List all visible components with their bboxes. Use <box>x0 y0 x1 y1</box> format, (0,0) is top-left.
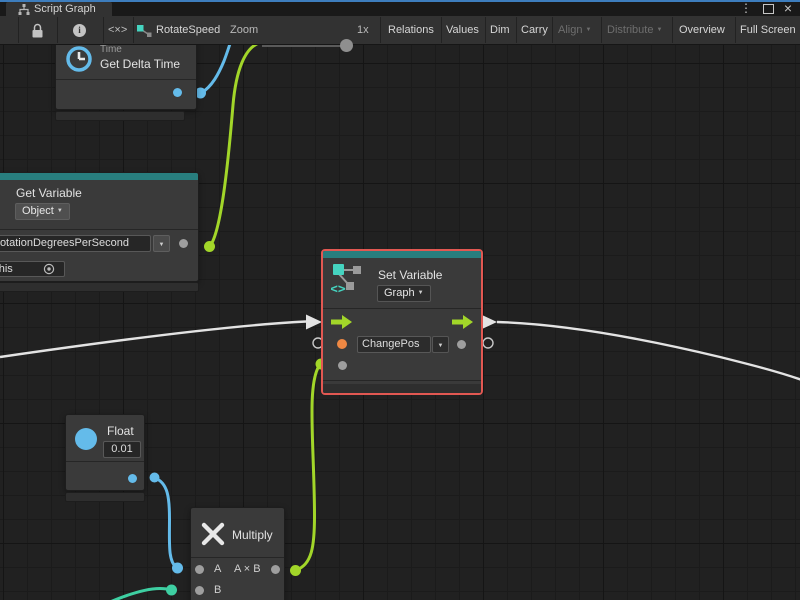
node-get-variable[interactable]: Get Variable Object ▼ RotationDegreesPer… <box>0 172 199 282</box>
multiply-icon <box>200 521 226 547</box>
flow-input-port[interactable] <box>331 315 352 329</box>
graph-icon <box>18 4 30 15</box>
chevron-down-icon: ▼ <box>159 242 165 248</box>
graph-toolbar: i <×> RotateSpeed Zoom 1x Relations Valu… <box>0 16 800 45</box>
zoom-slider-knob[interactable] <box>340 39 353 52</box>
node-footer <box>55 111 185 121</box>
variable-header-strip <box>0 173 198 180</box>
zoom-slider-track[interactable] <box>262 45 342 47</box>
zoom-value: 1x <box>357 24 369 36</box>
value-connection-float-to-multiply[interactable] <box>150 473 184 574</box>
node-title: Get Delta Time <box>100 57 180 71</box>
node-category: Time <box>100 44 122 55</box>
value-connection-rotation-speed[interactable] <box>204 43 259 252</box>
tab-strip <box>0 0 800 16</box>
variable-scope-dropdown[interactable]: Graph ▼ <box>377 285 431 302</box>
output-port[interactable] <box>271 565 280 574</box>
value-output-port[interactable] <box>457 340 466 349</box>
node-footer <box>323 384 481 393</box>
node-title: Set Variable <box>378 268 442 282</box>
maximize-icon[interactable] <box>760 4 776 20</box>
align-button[interactable]: Align ▼ <box>558 24 591 36</box>
variable-name-dropdown-button[interactable]: ▼ <box>153 235 170 252</box>
value-connection-delta-time[interactable] <box>195 42 231 99</box>
input-port-b[interactable] <box>195 586 204 595</box>
float-output-port[interactable] <box>128 474 137 483</box>
float-value-field[interactable]: 0.01 <box>103 441 141 458</box>
node-multiply[interactable]: Multiply A A × B B <box>190 507 285 600</box>
carry-button[interactable]: Carry <box>521 24 548 36</box>
graph-variable-icon: <> <box>331 262 363 294</box>
clock-icon <box>64 44 94 74</box>
flow-arrow-in <box>306 315 322 330</box>
variable-scope-dropdown[interactable]: Object ▼ <box>15 203 70 220</box>
node-float-literal[interactable]: Float 0.01 <box>65 414 145 491</box>
node-footer <box>0 282 199 292</box>
fullscreen-button[interactable]: Full Screen <box>740 24 796 36</box>
chevron-down-icon: ▼ <box>57 208 63 214</box>
breadcrumb-graph-name[interactable]: RotateSpeed <box>156 24 220 36</box>
distribute-button[interactable]: Distribute ▼ <box>607 24 662 36</box>
values-button[interactable]: Values <box>446 24 479 36</box>
float-icon <box>75 428 97 450</box>
chevron-down-icon: ▼ <box>657 27 663 33</box>
info-icon[interactable]: i <box>73 24 86 37</box>
flow-connection-left[interactable] <box>0 315 322 358</box>
value-output-port[interactable] <box>179 239 188 248</box>
variable-name-field[interactable]: RotationDegreesPerSecond <box>0 235 151 252</box>
close-icon[interactable]: × <box>780 0 796 16</box>
svg-text:<>: <> <box>331 282 346 294</box>
flow-connection-right[interactable] <box>482 315 800 380</box>
node-set-variable[interactable]: <> Set Variable Graph ▼ ChangePos ▼ <box>323 251 481 393</box>
variable-name-field[interactable]: ChangePos <box>357 336 431 353</box>
relations-button[interactable]: Relations <box>388 24 434 36</box>
lock-icon[interactable] <box>31 23 44 39</box>
port-label-b: B <box>214 584 221 596</box>
chevron-down-icon: ▼ <box>586 27 592 33</box>
variable-name-dropdown-button[interactable]: ▼ <box>432 336 449 353</box>
zoom-label: Zoom <box>230 24 258 36</box>
flow-output-port[interactable] <box>452 315 473 329</box>
object-picker-icon[interactable] <box>43 263 55 275</box>
node-title: Get Variable <box>16 186 82 200</box>
node-title: Multiply <box>232 528 273 542</box>
chevron-down-icon: ▼ <box>418 290 424 296</box>
value-endpoint-circle-right <box>483 338 493 348</box>
window-focus-accent <box>0 0 800 2</box>
flow-arrow-out <box>482 315 497 329</box>
port-label-out: A × B <box>234 563 261 575</box>
value-connection-to-multiply-b[interactable] <box>110 585 177 600</box>
overview-button[interactable]: Overview <box>679 24 725 36</box>
tab-title: Script Graph <box>34 3 96 15</box>
variable-header-strip <box>323 251 481 258</box>
selection-outline: <> Set Variable Graph ▼ ChangePos ▼ <box>321 249 483 395</box>
menu-icon[interactable]: ⋮ <box>738 0 754 16</box>
float-output-port[interactable] <box>173 88 182 97</box>
unity-visual-scripting-window: Time Get Delta Time Get Variable Object … <box>0 0 800 600</box>
clear-selection-icon[interactable]: <×> <box>108 24 127 36</box>
input-port-a[interactable] <box>195 565 204 574</box>
new-value-input-port[interactable] <box>338 361 347 370</box>
tab-script-graph[interactable]: Script Graph <box>6 2 112 16</box>
port-label-a: A <box>214 563 221 575</box>
chevron-down-icon: ▼ <box>438 343 444 349</box>
variable-target-field[interactable]: This <box>0 261 65 277</box>
node-footer <box>65 492 145 502</box>
script-graph-asset-icon <box>137 24 152 38</box>
node-title: Float <box>107 424 134 438</box>
dim-button[interactable]: Dim <box>490 24 510 36</box>
value-input-port[interactable] <box>337 339 347 349</box>
